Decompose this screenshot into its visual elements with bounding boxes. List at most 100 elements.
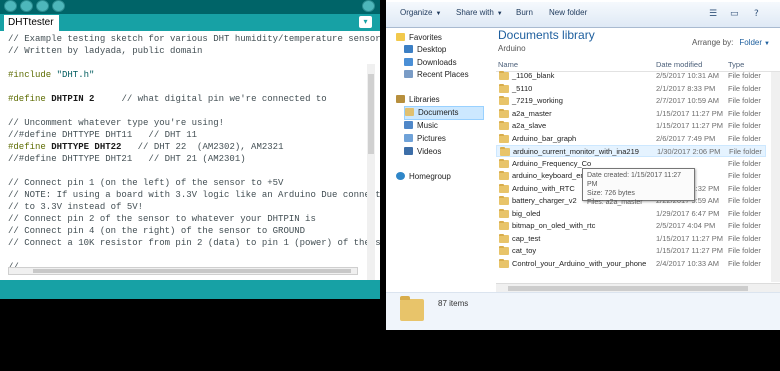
nav-recent-places[interactable]: Recent Places xyxy=(404,69,469,81)
nav-desktop[interactable]: Desktop xyxy=(404,44,446,56)
chevron-down-icon[interactable]: ▼ xyxy=(764,41,770,47)
file-tooltip: Date created: 1/15/2017 11:27 PM Size: 7… xyxy=(582,168,695,206)
file-name: Arduino_with_RTC xyxy=(512,183,575,193)
column-date-modified[interactable]: Date modified xyxy=(656,60,702,69)
library-subtitle: Arduino xyxy=(498,44,526,53)
file-date: 1/15/2017 11:27 PM xyxy=(656,108,723,118)
folder-icon xyxy=(499,158,509,168)
file-name: bitmap_on_oled_with_rtc xyxy=(512,221,596,230)
folder-icon xyxy=(499,258,509,268)
file-row[interactable]: a2a_slave 1/15/2017 11:27 PM File folder xyxy=(496,120,766,132)
nav-documents[interactable]: Documents xyxy=(404,106,484,120)
editor-vertical-scrollbar[interactable] xyxy=(367,64,375,280)
file-name: Arduino_Frequency_Co xyxy=(512,158,592,168)
file-type: File folder xyxy=(728,171,761,180)
file-date: 2/6/2017 7:49 PM xyxy=(656,133,716,143)
nav-music[interactable]: Music xyxy=(404,120,438,132)
open-button[interactable] xyxy=(52,0,65,12)
file-date: 2/5/2017 4:04 PM xyxy=(656,221,716,230)
file-row[interactable]: cat_toy 1/15/2017 11:27 PM File folder xyxy=(496,245,766,257)
column-name[interactable]: Name xyxy=(498,60,518,69)
share-with-button[interactable]: Share with ▼ xyxy=(456,8,503,17)
explorer-window: Organize ▼ Share with ▼ Burn New folder ☰ … xyxy=(386,0,780,330)
file-row[interactable]: Control_your_Arduino_with_your_phone 2/4/… xyxy=(496,258,766,270)
file-date: 1/15/2017 11:27 PM xyxy=(656,246,723,255)
file-row[interactable]: Arduino_bar_graph 2/6/2017 7:49 PM File fo… xyxy=(496,133,766,145)
file-list-vertical-scrollbar[interactable] xyxy=(771,72,780,282)
code-line: // Example testing sketch for various DH… xyxy=(8,34,380,44)
file-name: _7219_working xyxy=(512,96,563,105)
new-folder-button[interactable]: New folder xyxy=(549,8,587,17)
file-type: File folder xyxy=(728,183,761,193)
sketch-tab[interactable]: DHTtester xyxy=(4,15,59,31)
file-name: arduino_keyboard_emu xyxy=(512,171,591,180)
nav-downloads[interactable]: Downloads xyxy=(404,57,457,69)
nav-pictures[interactable]: Pictures xyxy=(404,133,446,145)
serial-monitor-button[interactable] xyxy=(362,0,375,12)
nav-favorites[interactable]: Favorites xyxy=(396,32,442,44)
arduino-ide-window: DHTtester ▾ // Example testing sketch fo… xyxy=(0,0,380,371)
folder-icon xyxy=(499,246,509,255)
file-name: arduino_current_monitor_with_ina219 xyxy=(513,147,639,156)
explorer-bottom-area xyxy=(386,330,780,371)
ide-status-bar xyxy=(0,280,380,299)
preview-pane-icon[interactable]: ▭ xyxy=(730,9,739,19)
recent-places-icon xyxy=(404,70,413,78)
library-title: Documents library xyxy=(498,28,595,42)
code-line: // NOTE: If using a board with 3.3V logi… xyxy=(8,190,380,200)
details-pane: 87 items xyxy=(386,292,780,330)
file-name: a2a_slave xyxy=(512,121,547,130)
nav-libraries[interactable]: Libraries xyxy=(396,94,440,106)
nav-videos[interactable]: Videos xyxy=(404,146,441,158)
file-date: 1/30/2017 2:06 PM xyxy=(657,147,721,156)
nav-homegroup[interactable]: Homegroup xyxy=(396,171,451,183)
code-line: //#define DHTTYPE DHT11 // DHT 11 xyxy=(8,130,198,140)
organize-button[interactable]: Organize ▼ xyxy=(400,8,441,17)
file-row[interactable]: _5110 2/1/2017 8:33 PM File folder xyxy=(496,83,766,95)
code-line: #define DHTTYPE DHT22 // DHT 22 (AM2302)… xyxy=(8,142,284,152)
code-line: // Connect pin 2 of the sensor to whatev… xyxy=(8,214,316,224)
file-row[interactable]: _1106_blank 2/5/2017 10:31 AM File folder xyxy=(496,70,766,82)
help-icon[interactable]: ? xyxy=(754,9,759,19)
file-type: File folder xyxy=(728,158,761,168)
folder-icon xyxy=(499,183,509,193)
folder-icon xyxy=(499,233,509,243)
pictures-icon xyxy=(404,134,413,142)
upload-button[interactable] xyxy=(20,0,33,12)
code-line: // Connect pin 1 (on the left) of the se… xyxy=(8,178,284,188)
file-row[interactable]: _7219_working 2/7/2017 10:59 AM File folde… xyxy=(496,95,766,107)
ide-console xyxy=(0,299,380,371)
down-triangle-icon[interactable]: ▾ xyxy=(359,16,372,28)
new-button[interactable] xyxy=(36,0,49,12)
code-editor[interactable]: // Example testing sketch for various DH… xyxy=(0,31,380,280)
ide-tab-bar: DHTtester ▾ xyxy=(0,14,380,31)
libraries-icon xyxy=(396,95,405,103)
view-options-icon[interactable]: ☰ xyxy=(709,9,717,19)
burn-button[interactable]: Burn xyxy=(516,8,533,17)
file-date: 2/5/2017 10:31 AM xyxy=(656,71,719,80)
file-row[interactable]: cap_test 1/15/2017 11:27 PM File folder xyxy=(496,233,766,245)
file-type: File folder xyxy=(728,96,761,105)
item-count: 87 items xyxy=(438,299,469,308)
code-line: // to 3.3V instead of 5V! xyxy=(8,202,144,212)
file-row[interactable]: a2a_master 1/15/2017 11:27 PM File folder xyxy=(496,108,766,120)
file-row[interactable]: big_oled 1/29/2017 6:47 PM File folder xyxy=(496,208,766,220)
folder-icon xyxy=(499,171,509,180)
code-line: // Uncomment whatever type you're using! xyxy=(8,118,225,128)
arrange-by-dropdown[interactable]: Folder xyxy=(739,38,762,47)
folder-icon xyxy=(499,121,509,130)
explorer-toolbar: Organize ▼ Share with ▼ Burn New folder ☰ … xyxy=(386,2,780,28)
file-name: _1106_blank xyxy=(512,71,555,80)
file-row[interactable]: arduino_current_monitor_with_ina219 1/30/… xyxy=(496,145,766,157)
file-row[interactable]: bitmap_on_oled_with_rtc 2/5/2017 4:04 PM F… xyxy=(496,220,766,232)
editor-horizontal-scrollbar[interactable] xyxy=(8,267,358,275)
music-icon xyxy=(404,121,413,129)
verify-button[interactable] xyxy=(4,0,17,12)
folder-icon xyxy=(499,108,509,118)
code-line: #define DHTPIN 2 // what digital pin we'… xyxy=(8,94,327,104)
file-type: File folder xyxy=(728,83,761,93)
column-type[interactable]: Type xyxy=(728,60,744,69)
file-date: 1/15/2017 11:27 PM xyxy=(656,121,723,130)
file-name: battery_charger_v2 xyxy=(512,196,577,205)
file-type: File folder xyxy=(728,246,761,255)
